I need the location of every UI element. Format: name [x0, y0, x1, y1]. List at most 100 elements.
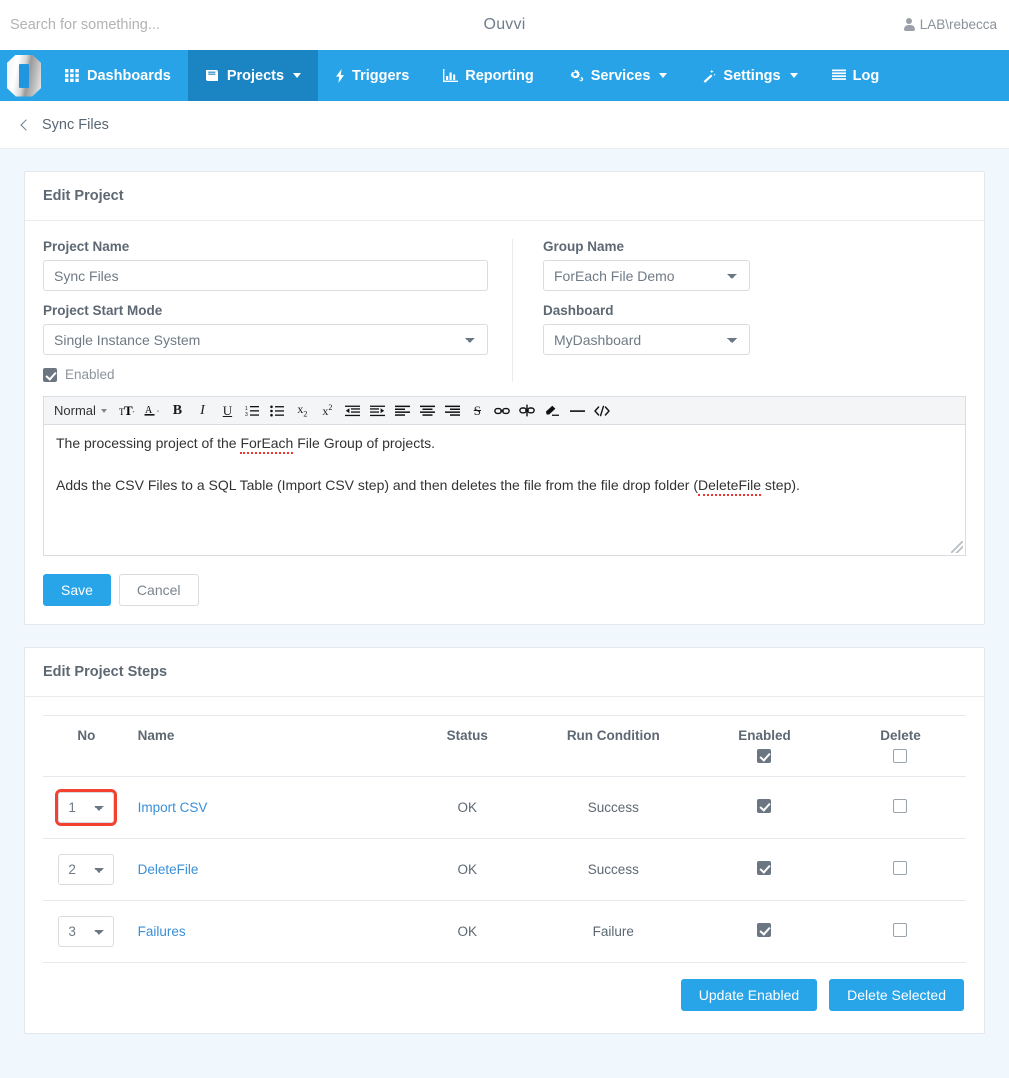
step-enabled-checkbox[interactable]	[757, 861, 772, 875]
nav-item-reporting[interactable]: Reporting	[426, 50, 550, 101]
link-icon[interactable]	[492, 400, 513, 421]
dashboard-label: Dashboard	[543, 303, 614, 318]
steps-actions: Update Enabled Delete Selected	[43, 962, 966, 1015]
dashboard-select[interactable]: MyDashboard	[543, 324, 750, 355]
step-order-select[interactable]: 3	[58, 916, 115, 947]
edit-project-steps-panel: Edit Project Steps No Name Status Run Co…	[24, 647, 985, 1034]
bold-icon[interactable]: B	[167, 400, 188, 421]
step-enabled-checkbox[interactable]	[757, 799, 772, 813]
step-order-select[interactable]: 2	[58, 854, 115, 885]
align-center-icon[interactable]	[417, 400, 438, 421]
list-icon	[831, 69, 846, 82]
editor-resize-handle[interactable]	[951, 541, 963, 553]
table-row: 1 Import CSV OK Success	[43, 776, 966, 839]
nav-item-services[interactable]: Services	[551, 50, 685, 101]
form-column-left: Project Name Project Start Mode Single I…	[43, 239, 513, 382]
table-row: 3 Failures OK Failure	[43, 900, 966, 962]
step-order-select[interactable]: 1	[58, 792, 115, 823]
chevron-left-icon[interactable]	[20, 118, 32, 131]
edit-project-panel: Edit Project Project Name Project Start …	[24, 171, 985, 625]
app-logo[interactable]	[0, 50, 48, 101]
chevron-down-icon	[789, 73, 798, 78]
enabled-checkbox[interactable]	[43, 367, 57, 382]
nav-label: Triggers	[352, 67, 410, 84]
p1-text-after: File Group of projects.	[293, 435, 435, 451]
delete-selected-button[interactable]: Delete Selected	[829, 979, 964, 1011]
step-run-condition: Success	[532, 838, 694, 901]
bullet-list-icon[interactable]	[267, 400, 288, 421]
clear-format-icon[interactable]	[542, 400, 563, 421]
ordered-list-icon[interactable]: 13	[242, 400, 263, 421]
user-icon	[903, 18, 915, 31]
group-name-select[interactable]: ForEach File Demo	[543, 260, 750, 291]
code-icon[interactable]	[592, 400, 613, 421]
step-order-highlight: 1	[55, 789, 118, 826]
column-header-run-condition: Run Condition	[532, 715, 694, 747]
enabled-label: Enabled	[65, 367, 115, 382]
breadcrumb: Sync Files	[0, 101, 1009, 149]
group-name-label: Group Name	[543, 239, 625, 254]
step-enabled-checkbox[interactable]	[757, 923, 772, 937]
nav-item-projects[interactable]: Projects	[187, 50, 319, 101]
nav-label: Log	[852, 67, 880, 84]
p1-text-before: The processing project of the	[56, 435, 241, 451]
bolt-icon	[335, 68, 345, 83]
select-all-delete-checkbox[interactable]	[893, 749, 908, 763]
underline-icon[interactable]: U	[217, 400, 238, 421]
text-color-icon[interactable]: A	[142, 400, 163, 421]
strikethrough-icon[interactable]: S	[467, 400, 488, 421]
save-button[interactable]: Save	[43, 574, 111, 606]
step-status: OK	[401, 838, 533, 901]
form-column-right: Group Name ForEach File Demo Dashboard M…	[513, 239, 966, 382]
project-name-input[interactable]	[43, 260, 488, 291]
step-delete-checkbox[interactable]	[893, 861, 908, 875]
nav-label: Dashboards	[87, 67, 171, 84]
format-dropdown[interactable]: Normal	[50, 403, 113, 418]
nav-item-triggers[interactable]: Triggers	[318, 50, 426, 101]
step-delete-checkbox[interactable]	[893, 799, 908, 813]
outdent-icon[interactable]	[342, 400, 363, 421]
nav-label: Reporting	[465, 67, 534, 84]
step-delete-checkbox[interactable]	[893, 923, 908, 937]
align-left-icon[interactable]	[392, 400, 413, 421]
step-name-link[interactable]: Failures	[138, 924, 186, 939]
nav-item-dashboards[interactable]: Dashboards	[48, 50, 188, 101]
font-size-icon[interactable]: TT	[117, 400, 138, 421]
column-header-name: Name	[129, 715, 402, 747]
page-content: Edit Project Project Name Project Start …	[0, 149, 1009, 1078]
p1-spellcheck-word: ForEach	[240, 435, 294, 454]
edit-steps-title: Edit Project Steps	[25, 648, 984, 697]
book-icon	[205, 69, 220, 82]
update-enabled-button[interactable]: Update Enabled	[680, 979, 818, 1011]
editor-toolbar: Normal TT A B I U 13 x2 x2 S	[43, 396, 966, 425]
unlink-icon[interactable]	[517, 400, 538, 421]
italic-icon[interactable]: I	[192, 400, 213, 421]
select-all-enabled-checkbox[interactable]	[757, 749, 772, 763]
step-name-link[interactable]: Import CSV	[138, 800, 208, 815]
indent-icon[interactable]	[367, 400, 388, 421]
project-start-mode-label: Project Start Mode	[43, 303, 163, 318]
step-status: OK	[401, 900, 533, 962]
search-input[interactable]	[8, 15, 308, 34]
step-run-condition: Success	[532, 776, 694, 839]
superscript-icon[interactable]: x2	[317, 400, 338, 421]
subscript-icon[interactable]: x2	[292, 400, 313, 421]
svg-text:3: 3	[245, 412, 248, 417]
step-name-link[interactable]: DeleteFile	[138, 862, 199, 877]
p2-spellcheck-word: DeleteFile	[698, 477, 762, 496]
enabled-checkbox-row[interactable]: Enabled	[43, 367, 494, 382]
nav-item-log[interactable]: Log	[815, 50, 897, 101]
description-editor: Normal TT A B I U 13 x2 x2 S The process…	[43, 396, 966, 556]
user-menu[interactable]: LAB\rebecca	[903, 17, 997, 32]
cogs-icon	[568, 69, 584, 83]
horizontal-rule-icon[interactable]	[567, 400, 588, 421]
description-paragraph-1: The processing project of the ForEach Fi…	[56, 435, 953, 454]
nav-item-settings[interactable]: Settings	[684, 50, 814, 101]
project-start-mode-select[interactable]: Single Instance System	[43, 324, 488, 355]
align-right-icon[interactable]	[442, 400, 463, 421]
description-text-area[interactable]: The processing project of the ForEach Fi…	[43, 425, 966, 556]
step-run-condition: Failure	[532, 900, 694, 962]
chevron-down-icon	[293, 73, 302, 78]
cancel-button[interactable]: Cancel	[118, 574, 199, 606]
breadcrumb-label[interactable]: Sync Files	[42, 117, 109, 133]
